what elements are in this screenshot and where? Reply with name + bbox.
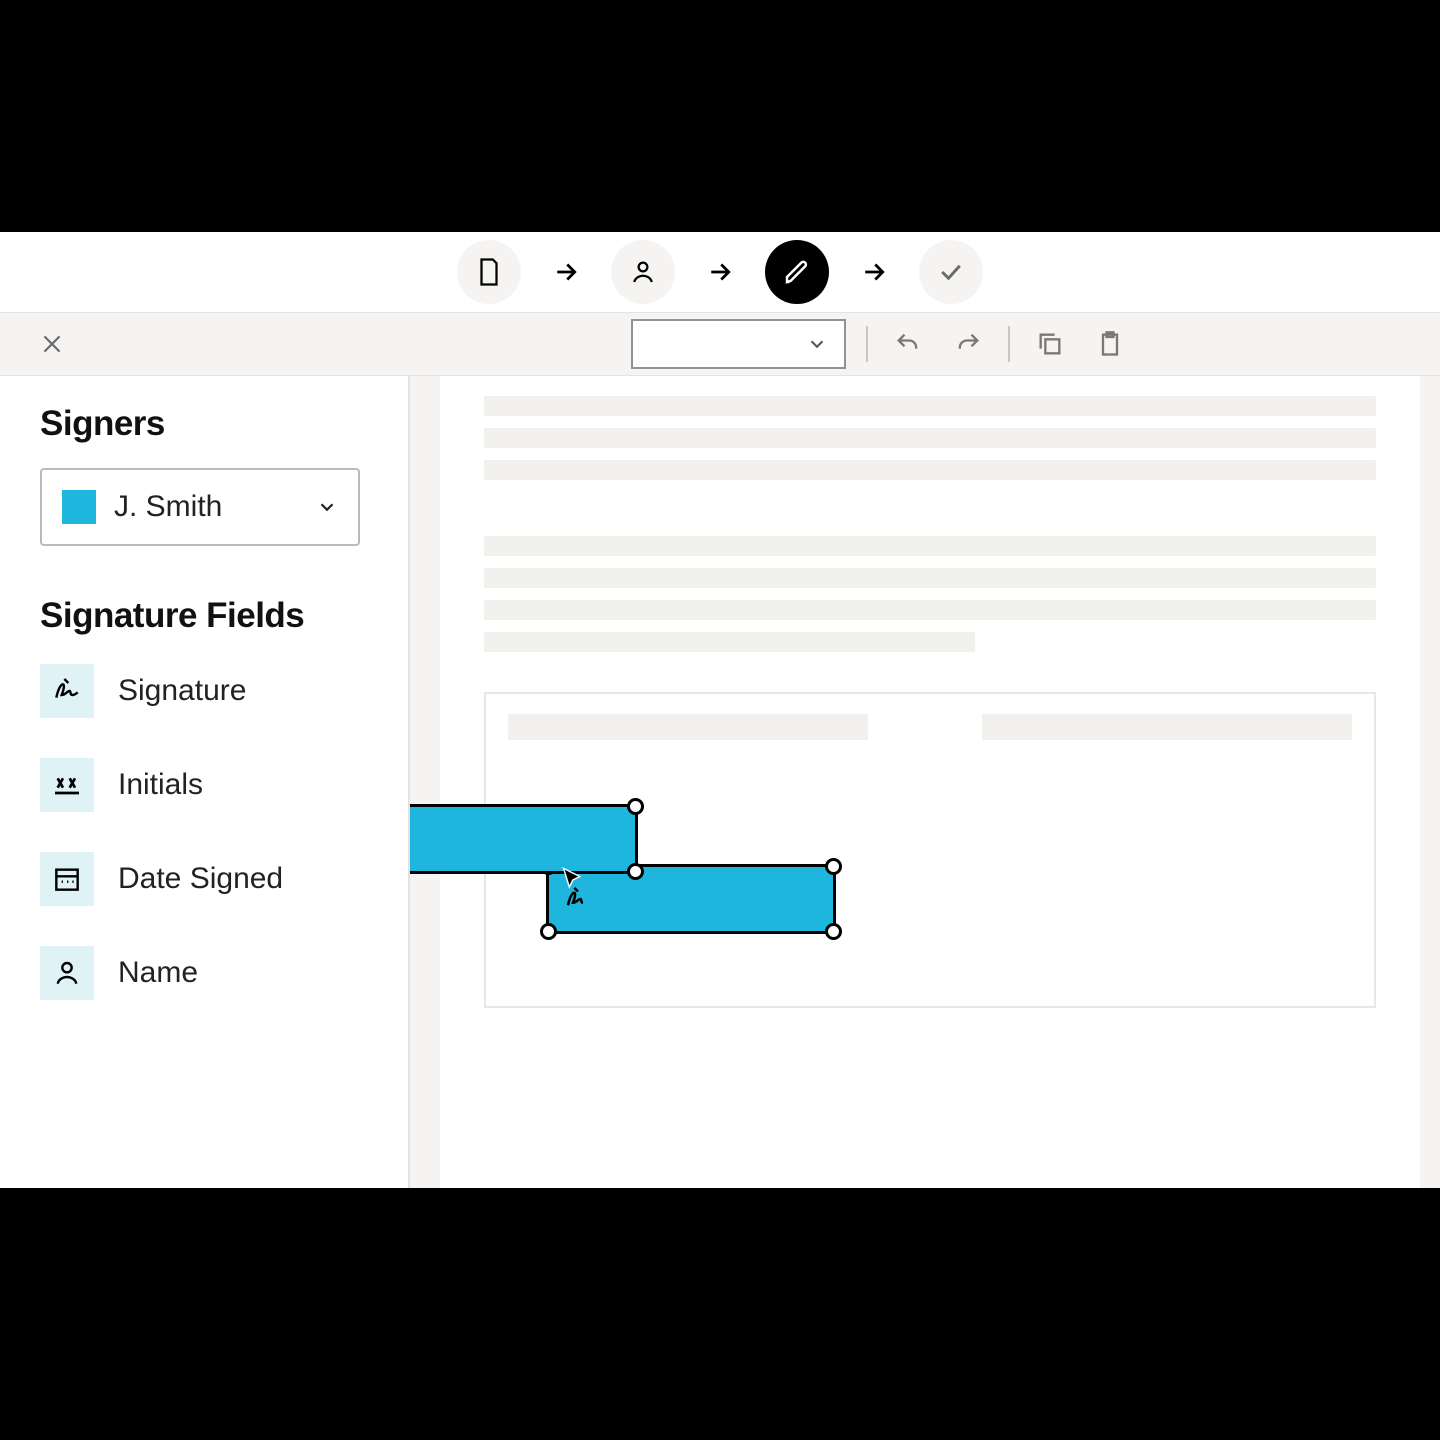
signer-color-swatch [62,490,96,524]
step-edit[interactable] [765,240,829,304]
date-icon [40,852,94,906]
arrow-icon [859,257,889,287]
close-icon [39,331,65,357]
check-icon [936,257,966,287]
text-placeholder [484,632,975,652]
close-button[interactable] [30,322,74,366]
text-placeholder [508,714,868,740]
text-placeholder [484,460,1376,480]
main-area: Signers J. Smith Signature Fields [0,376,1440,1188]
chevron-down-icon [806,333,828,355]
fields-heading: Signature Fields [40,596,368,636]
editor-toolbar [0,312,1440,376]
field-label: Name [118,956,198,990]
step-review[interactable] [919,240,983,304]
step-document[interactable] [457,240,521,304]
resize-handle[interactable] [540,923,557,940]
person-icon [628,257,658,287]
undo-icon [894,330,922,358]
signature-icon [40,664,94,718]
placed-field-signature[interactable] [546,864,836,934]
redo-button[interactable] [948,324,988,364]
signer-name: J. Smith [114,490,298,524]
progress-stepper [0,232,1440,312]
signers-heading: Signers [40,404,368,444]
field-name[interactable]: Name [40,946,368,1000]
field-label: Date Signed [118,862,283,896]
field-signature[interactable]: Signature [40,664,368,718]
field-list: Signature Initials [40,664,368,1000]
person-icon [40,946,94,1000]
sidebar: Signers J. Smith Signature Fields [0,376,410,1188]
text-placeholder [484,396,1376,416]
clipboard-icon [1096,330,1124,358]
redo-icon [954,330,982,358]
placed-field-name[interactable] [410,804,638,874]
resize-handle[interactable] [825,923,842,940]
signature-icon [563,884,593,914]
field-label: Signature [118,674,246,708]
chevron-down-icon [316,496,338,518]
signer-select[interactable]: J. Smith [40,468,360,546]
app-window: Signers J. Smith Signature Fields [0,232,1440,1188]
document-icon [474,257,504,287]
document-page[interactable] [440,376,1420,1188]
zoom-select[interactable] [631,319,846,369]
undo-button[interactable] [888,324,928,364]
field-label: Initials [118,768,203,802]
resize-handle[interactable] [627,863,644,880]
copy-button[interactable] [1030,324,1070,364]
step-signers[interactable] [611,240,675,304]
paste-button[interactable] [1090,324,1130,364]
divider [1008,326,1010,362]
initials-icon [40,758,94,812]
field-initials[interactable]: Initials [40,758,368,812]
text-placeholder [484,600,1376,620]
document-canvas[interactable] [410,376,1440,1188]
pencil-icon [782,257,812,287]
arrow-icon [705,257,735,287]
field-date-signed[interactable]: Date Signed [40,852,368,906]
text-placeholder [484,536,1376,556]
text-placeholder [982,714,1352,740]
copy-icon [1036,330,1064,358]
resize-handle[interactable] [627,798,644,815]
arrow-icon [551,257,581,287]
resize-handle[interactable] [825,858,842,875]
text-placeholder [484,568,1376,588]
text-placeholder [484,428,1376,448]
divider [866,326,868,362]
